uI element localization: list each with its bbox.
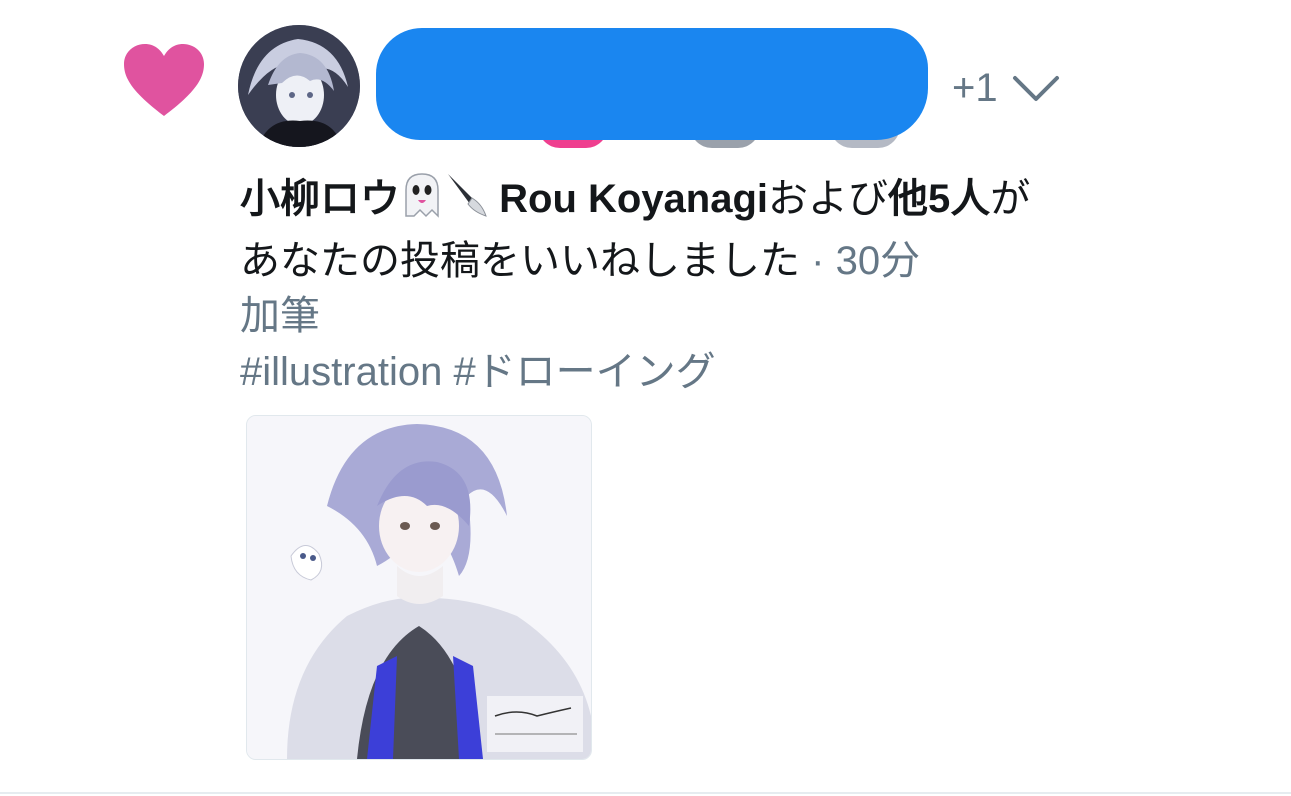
post-text: 加筆 <box>240 294 320 338</box>
others-count[interactable]: 他5人 <box>888 177 990 221</box>
chevron-down-icon <box>1012 76 1059 101</box>
liker-name[interactable]: 小柳ロウ <box>240 177 400 221</box>
more-count: +1 <box>952 65 998 110</box>
divider <box>0 792 1291 794</box>
suffix-text: が <box>990 177 1031 221</box>
knife-emoji <box>444 170 488 233</box>
timestamp: 30分 <box>835 239 921 283</box>
liker-name-latin[interactable]: Rou Koyanagi <box>499 177 768 221</box>
avatar[interactable] <box>238 25 360 147</box>
redacted-names <box>376 28 928 140</box>
separator-dot: · <box>811 239 825 283</box>
heart-icon <box>124 44 204 116</box>
connector-text: および <box>768 177 889 221</box>
post-hashtags: #illustration #ドローイング <box>240 350 716 394</box>
notification-summary: 小柳ロウ Rou Koyanagiおよび他5人が あなたの投稿をいいねしました … <box>240 170 1240 289</box>
post-preview[interactable]: 加筆 #illustration #ドローイング <box>240 288 716 400</box>
ghost-emoji <box>400 170 444 233</box>
post-image-thumbnail[interactable] <box>246 415 592 760</box>
action-text: あなたの投稿をいいねしました <box>240 239 800 283</box>
expand-likers-button[interactable]: +1 <box>952 62 1060 114</box>
